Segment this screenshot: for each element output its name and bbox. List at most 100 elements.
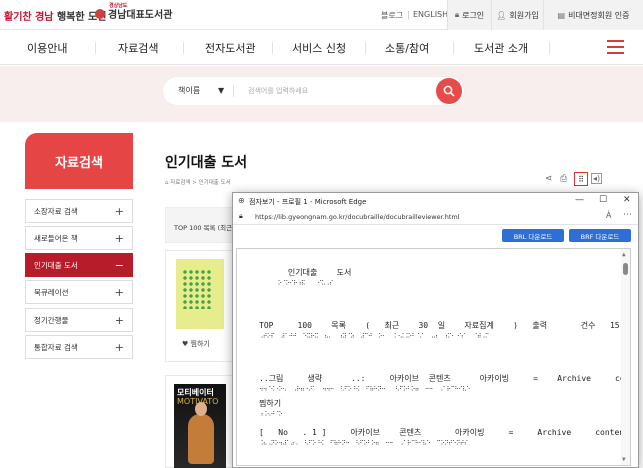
nav-divider (95, 42, 96, 54)
text-line: [ No . 1 ] 아카이브 콘텐츠 아카이빙 = Archive conte… (259, 428, 631, 437)
search-button[interactable] (436, 78, 462, 104)
sidebar-item-collection-search[interactable]: 소장자료 검색 + (25, 199, 133, 223)
nav-divider (183, 42, 184, 54)
maximize-icon[interactable]: ☐ (599, 195, 607, 205)
text-line: ..그림 생략 ..: 아카이브 콘텐츠 아카이빙 = Archive co (259, 374, 625, 383)
brl-download-button[interactable]: BRL 다운로드 (502, 229, 564, 242)
text-line: 인기대출 도서 (259, 268, 352, 277)
read-aloud-icon[interactable]: A͐ (606, 211, 611, 220)
search-icon (443, 85, 455, 97)
plus-icon: + (114, 232, 124, 245)
nav-item-community[interactable]: 소통/참여 (385, 40, 429, 56)
window-content: BRL 다운로드 BRF 다운로드 인기대출 도서 ⠕⠈⠕⠊⠗⠰⠯ ⠊⠥⠠⠎ T… (233, 226, 638, 467)
braille-view-icon[interactable]: ⠿ (574, 172, 588, 186)
scroll-up-icon[interactable]: ▲ (622, 251, 626, 258)
plus-icon: + (114, 286, 124, 299)
menu-icon[interactable] (607, 40, 624, 54)
caret-down-icon[interactable]: ▼ (218, 86, 224, 95)
nav-divider (365, 42, 366, 54)
text-line: TOP 100 목록 ( 최근 30 일 자료집계 ) 출력 건수 15 (259, 321, 620, 330)
nav-item-guide[interactable]: 이용안내 (27, 40, 67, 56)
print-icon[interactable]: ⎙ (560, 174, 567, 184)
sidebar-item-periodicals[interactable]: 정기간행물 + (25, 308, 133, 332)
window-titlebar: ⊕ 점자보기 - 프로필 1 - Microsoft Edge — ☐ ✕ (233, 193, 638, 209)
library-name: 경남대표도서관 (108, 10, 173, 21)
sidebar-title: 자료검색 (25, 133, 133, 189)
page-title: 인기대출 도서 (165, 155, 248, 171)
sidebar-item-popular-loans[interactable]: 인기대출 도서 − (25, 253, 133, 277)
sidebar-item-new-books[interactable]: 새로들어온 책 + (25, 226, 133, 250)
slogan-logo[interactable]: 활기찬 경남 행복한 도민 (4, 8, 106, 23)
favorite-label: 찜하기 (190, 340, 210, 348)
cover-illustration (188, 402, 214, 464)
library-logo[interactable]: 경상남도 경남대표도서관 (95, 3, 173, 21)
main-nav: 이용안내 자료검색 전자도서관 서비스 신청 소통/참여 도서관 소개 (0, 31, 643, 65)
plus-icon: + (114, 205, 124, 218)
braille-line: ⠰⠨⠢⠚⠈⠕ (259, 411, 283, 418)
share-icon[interactable]: ⋖ (545, 174, 553, 184)
sidebar-item-label: 북큐레이션 (34, 287, 69, 297)
nav-item-service[interactable]: 서비스 신청 (292, 40, 346, 56)
nav-divider (272, 42, 273, 54)
sidebar-item-label: 인기대출 도서 (34, 260, 78, 270)
url-text: https://lib.gyeongnam.go.kr/docubraille/… (255, 213, 460, 221)
lock-icon: 🔒︎ (454, 10, 460, 19)
book-cover: 모티베이터 MOTIVATO (174, 384, 226, 468)
nav-divider (549, 42, 550, 54)
nav-divider (453, 42, 454, 54)
library-tag: 경상남도 (109, 3, 128, 9)
library-logo-icon (95, 9, 105, 19)
speaker-icon[interactable]: ◂) (591, 173, 603, 184)
join-label: 회원가입 (509, 10, 539, 20)
scroll-down-icon[interactable]: ▼ (622, 456, 626, 463)
sidebar-item-integrated-search[interactable]: 통합자료 검색 + (25, 335, 133, 359)
scrollbar[interactable]: ▲ ▼ (621, 249, 630, 465)
braille-line: ⠠⠞⠕⠏ ⠼⠁⠚⠚ ⠑⠭⠗⠭ ⠦⠄ ⠰⠽⠈⠵ ⠼⠉⠚ ⠕⠂ ⠨⠐⠬⠨⠕⠃⠈⠌ ⠠… (259, 333, 489, 340)
close-icon[interactable]: ✕ (623, 195, 631, 205)
user-icon: 👤︎ (496, 10, 507, 20)
minus-icon: − (114, 259, 124, 272)
plus-icon: + (114, 314, 124, 327)
window-title: 점자보기 - 프로필 1 - Microsoft Edge (249, 198, 367, 206)
scrollbar-thumb[interactable] (623, 263, 628, 275)
sidebar-item-label: 통합자료 검색 (34, 342, 78, 352)
minimize-icon[interactable]: — (575, 195, 584, 205)
nav-item-search[interactable]: 자료검색 (118, 40, 158, 56)
globe-icon: ⊕ (238, 196, 245, 205)
address-bar[interactable]: 🔒︎ https://lib.gyeongnam.go.kr/docubrail… (233, 209, 638, 225)
sidebar-item-label: 정기간행물 (34, 315, 69, 325)
search-type-select[interactable]: 책이름 (178, 85, 200, 96)
top-utility-bar: 활기찬 경남 행복한 도민 경상남도 경남대표도서관 블로그 | ENGLISH… (0, 0, 643, 30)
braille-textarea[interactable]: 인기대출 도서 ⠕⠈⠕⠊⠗⠰⠯ ⠊⠥⠠⠎ TOP 100 목록 ( 최근 30 … (236, 248, 631, 466)
lock-icon: 🔒︎ (239, 212, 243, 220)
brf-download-button[interactable]: BRF 다운로드 (569, 229, 631, 242)
util-divider: | (407, 10, 410, 19)
login-button[interactable]: 🔒︎ 로그인 (447, 0, 491, 30)
book-card[interactable]: 모티베이터 MOTIVATO (165, 375, 233, 468)
english-link[interactable]: ENGLISH (413, 10, 448, 19)
favorite-button[interactable]: ♥ 찜하기 (182, 339, 210, 349)
plus-icon: + (114, 341, 124, 354)
auth-button[interactable]: ▤ 비대면정회원 인증 (543, 0, 643, 30)
search-input[interactable]: 검색어를 입력하세요 (248, 86, 308, 96)
join-button[interactable]: 👤︎ 회원가입 (491, 0, 543, 30)
breadcrumb: ⌂ 자료검색 > 인기대출 도서 (165, 180, 231, 186)
sidebar-item-label: 새로들어온 책 (34, 233, 78, 243)
nav-item-about[interactable]: 도서관 소개 (474, 40, 528, 56)
search-divider (233, 85, 234, 97)
book-cover (176, 259, 224, 329)
braille-line: ⠕⠈⠕⠊⠗⠰⠯ ⠊⠥⠠⠎ (259, 280, 334, 287)
braille-line: ⠲⠲⠈⠪⠐⠕⠢ ⠠⠗⠶⠐⠜⠁ ⠲⠲⠒ ⠣⠋⠕⠘⠪ ⠋⠷⠓⠝⠒⠀ ⠣⠋⠕⠃⠕⠶ ⠒… (259, 386, 471, 393)
slogan-text: 활기찬 경남 (4, 12, 57, 23)
braille-line: ⠨⠦⠠⠝⠕⠲⠼⠁⠴⠠ ⠣⠋⠕⠘⠪ ⠋⠷⠓⠝⠒ ⠣⠋⠕⠃⠕⠶ ⠒⠒ ⠠⠁⠗⠉⠓⠊⠧… (259, 440, 468, 447)
search-bar: 책이름 ▼ 검색어를 입력하세요 (163, 77, 464, 105)
blog-link[interactable]: 블로그 (381, 10, 403, 21)
login-label: 로그인 (462, 10, 485, 20)
book-card[interactable]: ♥ 찜하기 (165, 250, 233, 362)
sidebar-item-label: 소장자료 검색 (34, 206, 78, 216)
braille-viewer-window: ⊕ 점자보기 - 프로필 1 - Microsoft Edge — ☐ ✕ 🔒︎… (232, 192, 639, 468)
nav-item-elibrary[interactable]: 전자도서관 (205, 40, 256, 56)
more-icon[interactable]: ⋯ (623, 210, 632, 220)
auth-label: 비대면정회원 인증 (568, 10, 630, 20)
sidebar-item-book-curation[interactable]: 북큐레이션 + (25, 280, 133, 304)
